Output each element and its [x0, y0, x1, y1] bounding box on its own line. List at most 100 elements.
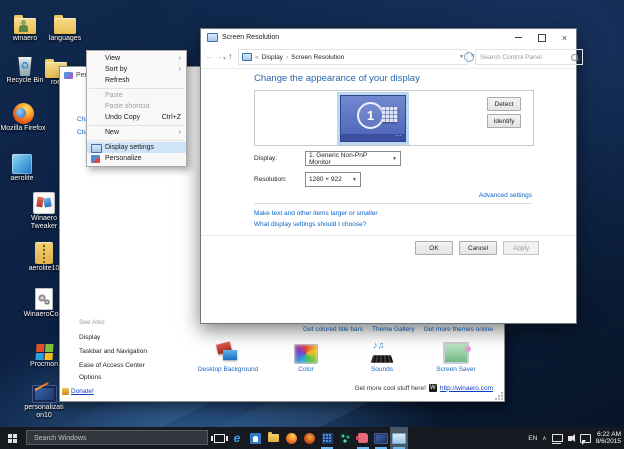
control-panel-search-input[interactable]: Search Control Panel: [475, 49, 583, 65]
get-more-themes-link[interactable]: Get more themes online: [424, 326, 493, 333]
menu-item-personalize[interactable]: Personalize: [87, 153, 186, 164]
see-also-heading: See Also: [79, 319, 105, 326]
resize-grip[interactable]: [495, 392, 503, 400]
menu-item-paste-shortcut: Paste shortcut: [105, 103, 150, 110]
folder-icon: [54, 15, 76, 34]
menu-item-new[interactable]: New ›: [87, 127, 186, 138]
recent-pages-dropdown-icon[interactable]: ▼: [222, 52, 227, 66]
screen-saver-icon: [443, 342, 471, 364]
edge-button[interactable]: e: [228, 427, 246, 449]
personalize-icon: [91, 155, 100, 163]
breadcrumb-screen-resolution[interactable]: Screen Resolution: [291, 54, 344, 61]
color-icon: [294, 344, 318, 364]
apply-button[interactable]: Apply: [503, 241, 539, 255]
display-help-link[interactable]: What display settings should I choose?: [254, 221, 366, 228]
sidebar-link-taskbar-navigation[interactable]: Taskbar and Navigation: [79, 348, 147, 355]
browser-button[interactable]: [300, 427, 318, 449]
hand-app-button[interactable]: [354, 427, 372, 449]
monitor-preview[interactable]: 1: [340, 95, 406, 142]
donate-icon: [62, 388, 69, 395]
taskbar-search-input[interactable]: Search Windows: [26, 430, 208, 445]
color-item[interactable]: Color: [266, 338, 346, 373]
menu-separator: [89, 87, 184, 89]
detect-button[interactable]: Detect: [487, 97, 521, 111]
windows-logo-icon: [7, 433, 17, 443]
display-settings-icon: [91, 144, 102, 153]
tweaker-app-icon: [33, 192, 55, 214]
monitor-preview-box: 1 Detect Identify: [254, 90, 534, 146]
menu-item-sort-by[interactable]: Sort by ›: [87, 64, 186, 75]
breadcrumb-display[interactable]: Display: [262, 54, 283, 61]
get-colored-title-bars-link[interactable]: Get colored title bars: [303, 326, 363, 333]
language-indicator[interactable]: EN: [528, 435, 537, 442]
breadcrumb[interactable]: « Display › Screen Resolution ▼: [238, 49, 468, 65]
menu-item-display-settings[interactable]: Display settings: [87, 142, 186, 153]
task-view-button[interactable]: [210, 427, 228, 449]
screen-resolution-icon: [392, 432, 406, 444]
edge-icon: e: [233, 431, 241, 445]
breadcrumb-separator[interactable]: ›: [286, 54, 288, 61]
store-button[interactable]: [246, 427, 264, 449]
breadcrumb-root-glyph[interactable]: «: [255, 54, 259, 61]
ok-button[interactable]: OK: [415, 241, 453, 255]
desktop-icon-label: aerolite: [10, 175, 34, 182]
clock-time: 6:22 AM: [597, 430, 621, 438]
file-explorer-button[interactable]: [264, 427, 282, 449]
resolution-dropdown[interactable]: 1280 × 922 ▼: [305, 172, 361, 187]
close-button[interactable]: ×: [553, 29, 576, 46]
volume-icon[interactable]: [567, 433, 575, 442]
page-title: Change the appearance of your display: [254, 73, 420, 84]
theme-gallery-link[interactable]: Theme Gallery: [372, 326, 415, 333]
desktop-icon-languages[interactable]: languages: [38, 8, 92, 43]
taskbar-clock[interactable]: 6:22 AM 8/6/2015: [596, 431, 621, 446]
menu-item-refresh[interactable]: Refresh: [87, 75, 186, 86]
action-center-icon[interactable]: [579, 433, 591, 445]
up-button[interactable]: ↑: [228, 49, 233, 63]
desktop-icon-aerolite[interactable]: aerolite: [0, 148, 49, 183]
desktop-background-item[interactable]: Desktop Background: [188, 338, 268, 373]
hand-icon: [356, 433, 368, 443]
back-button[interactable]: ←: [205, 49, 214, 63]
screen-resolution-window: Screen Resolution × ← → ▼ ↑ « Display › …: [200, 28, 583, 324]
start-button[interactable]: [0, 427, 24, 449]
advanced-settings-link[interactable]: Advanced settings: [479, 192, 532, 199]
monitor-number: 1: [357, 102, 384, 129]
text-size-link[interactable]: Make text and other items larger or smal…: [254, 210, 378, 217]
folder-user-icon: [14, 15, 36, 34]
firefox-icon: [12, 103, 34, 124]
desktop-icon-firefox[interactable]: Mozilla Firefox: [0, 98, 50, 133]
browser-icon: [303, 432, 315, 444]
sidebar-link-display[interactable]: Display: [79, 334, 100, 341]
sidebar-link-ease-of-access[interactable]: Ease of Access Center: [79, 362, 145, 369]
tray-overflow-icon[interactable]: ∧: [542, 435, 546, 442]
winaero-link[interactable]: http://winaero.com: [440, 385, 493, 392]
cancel-button[interactable]: Cancel: [459, 241, 497, 255]
menu-item-paste: Paste: [105, 92, 123, 99]
firefox-button[interactable]: [282, 427, 300, 449]
procmon-icon: [339, 432, 351, 444]
procmon-button[interactable]: [336, 427, 354, 449]
monitor-taskbar-graphic: [341, 131, 405, 141]
refresh-icon[interactable]: [464, 52, 474, 62]
sounds-item[interactable]: Sounds: [342, 338, 422, 373]
grid-app-button[interactable]: [318, 427, 336, 449]
identify-button[interactable]: Identify: [487, 114, 521, 128]
display-dropdown[interactable]: 1. Generic Non-PnP Monitor ▼: [305, 151, 401, 166]
sidebar-link-options[interactable]: Options: [79, 374, 101, 381]
menu-item-undo-copy[interactable]: Undo Copy Ctrl+Z: [87, 112, 186, 123]
caption-buttons: ×: [507, 29, 576, 46]
maximize-button[interactable]: [530, 29, 553, 46]
minimize-button[interactable]: [507, 29, 530, 46]
winaero-logo-icon: W: [428, 384, 437, 392]
resolution-label: Resolution:: [254, 176, 287, 183]
screen-resolution-window-button[interactable]: [390, 427, 408, 449]
desktop: winaero languages ♻ Recycle Bin roe Mozi…: [0, 0, 624, 449]
control-panel-icon: [242, 53, 252, 61]
taskbar: Search Windows e EN ∧ 6:22 AM 8/6/2015: [0, 427, 624, 449]
screen-saver-item[interactable]: Screen Saver: [416, 338, 496, 373]
menu-item-view[interactable]: View ›: [87, 53, 186, 64]
procmon-icon: [34, 344, 54, 360]
network-icon[interactable]: [551, 434, 563, 444]
personalization-app-button[interactable]: [372, 427, 390, 449]
donate-link[interactable]: Donate!: [62, 388, 94, 395]
